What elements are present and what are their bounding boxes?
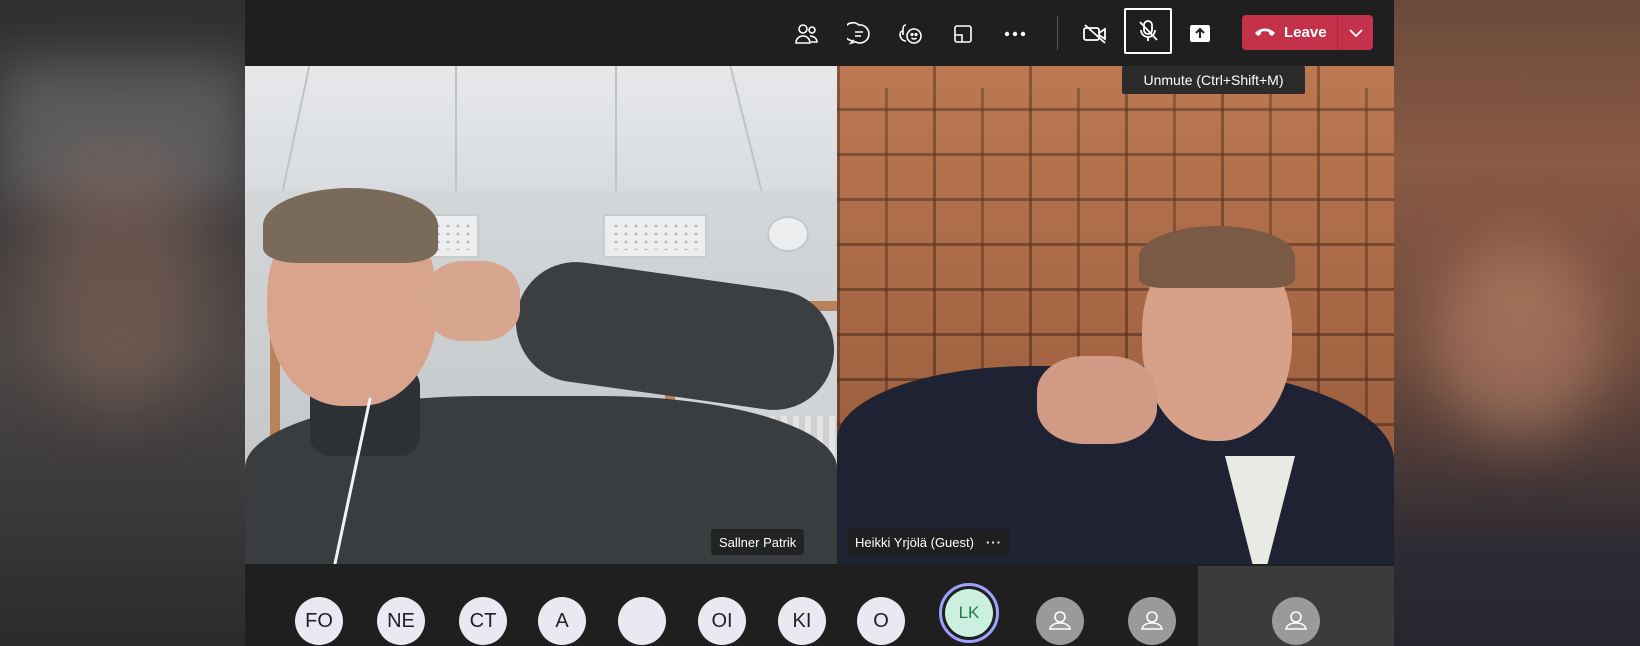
- participant-name: Sallner Patrik: [719, 534, 797, 550]
- avatar-fo[interactable]: FO: [295, 597, 343, 645]
- avatar-initials: A: [555, 609, 569, 632]
- avatar-initials: NE: [387, 609, 415, 632]
- avatar-blank[interactable]: [618, 597, 666, 645]
- video-tile-2[interactable]: Heikki Yrjölä (Guest) ···: [837, 66, 1394, 564]
- participant-name-tag: Sallner Patrik: [711, 529, 805, 555]
- mic-muted-icon[interactable]: [1124, 8, 1172, 54]
- avatar-a[interactable]: A: [538, 597, 586, 645]
- background-left-blur: [0, 0, 245, 646]
- avatar-lk-speaking[interactable]: LK: [939, 583, 999, 643]
- reactions-icon[interactable]: [894, 17, 928, 51]
- avatar-initials: OI: [711, 609, 733, 632]
- smoke-detector: [767, 216, 809, 252]
- participant-hair: [263, 188, 438, 263]
- avatar-o[interactable]: O: [857, 597, 905, 645]
- participant-fist: [425, 261, 520, 341]
- participant-hair: [1139, 226, 1295, 288]
- unmute-tooltip: Unmute (Ctrl+Shift+M): [1122, 66, 1305, 94]
- leave-button[interactable]: Leave: [1242, 15, 1373, 50]
- avatar-person-icon[interactable]: [1036, 597, 1084, 645]
- avatar-initials: O: [873, 609, 889, 632]
- avatar-person-icon[interactable]: [1128, 597, 1176, 645]
- chevron-down-icon[interactable]: [1338, 15, 1373, 50]
- rooms-icon[interactable]: [946, 17, 980, 51]
- avatar-initials: KI: [792, 609, 812, 632]
- participant-name-tag: Heikki Yrjölä (Guest) ···: [847, 529, 1010, 555]
- leave-main[interactable]: Leave: [1242, 15, 1337, 50]
- video-tile-1[interactable]: Sallner Patrik: [245, 66, 837, 564]
- avatar-ct[interactable]: CT: [459, 597, 507, 645]
- people-icon[interactable]: [790, 17, 824, 51]
- background-right-blur: [1394, 0, 1640, 646]
- chat-icon[interactable]: [842, 17, 876, 51]
- meeting-toolbar: Leave: [245, 0, 1394, 66]
- avatar-oi[interactable]: OI: [698, 597, 746, 645]
- participant-name: Heikki Yrjölä (Guest): [855, 534, 974, 550]
- avatar-initials: CT: [469, 609, 497, 632]
- meeting-window: Leave Unmute (Ctrl+Shift+M) Sallner Patr…: [245, 0, 1394, 646]
- share-icon[interactable]: [1183, 17, 1217, 51]
- avatar-initials: LK: [945, 589, 993, 637]
- avatar-ki[interactable]: KI: [778, 597, 826, 645]
- more-icon[interactable]: [998, 17, 1032, 51]
- participant-fist: [1037, 356, 1157, 444]
- ceiling: [245, 66, 837, 191]
- more-options-icon[interactable]: ···: [986, 535, 1002, 550]
- avatar-ne[interactable]: NE: [377, 597, 425, 645]
- ceiling-vent: [603, 214, 707, 258]
- avatar-person-icon[interactable]: [1272, 597, 1320, 645]
- leave-label: Leave: [1284, 24, 1327, 41]
- avatar-initials: FO: [305, 609, 333, 632]
- camera-off-icon[interactable]: [1078, 17, 1112, 51]
- toolbar-divider: [1057, 16, 1058, 50]
- phone-hangup-icon: [1254, 24, 1276, 42]
